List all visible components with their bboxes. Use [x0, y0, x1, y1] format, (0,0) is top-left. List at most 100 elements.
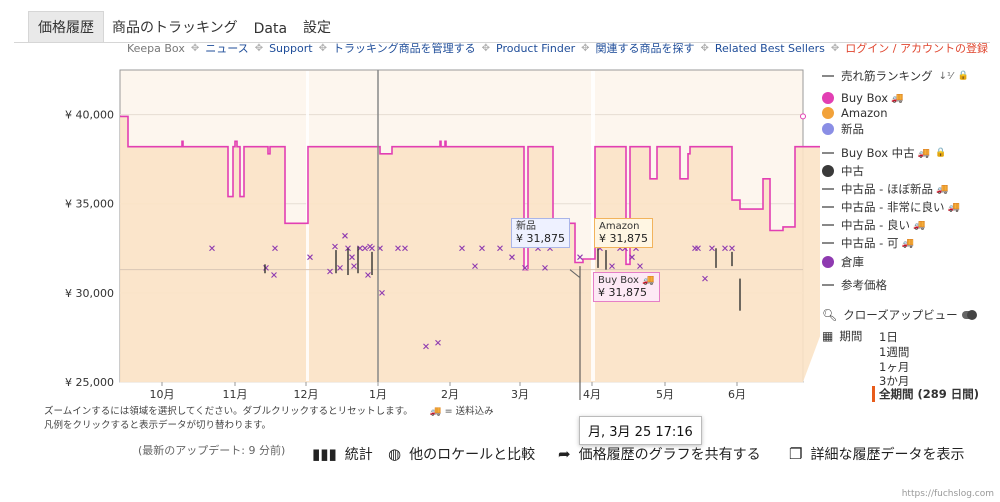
- globe-icon: ◍: [388, 445, 402, 463]
- dash-icon: [822, 188, 834, 190]
- toggle-icon[interactable]: [961, 310, 977, 320]
- separator-icon: ✥: [830, 42, 840, 54]
- nav-manage-tracking[interactable]: トラッキング商品を管理する: [333, 40, 476, 56]
- dash-icon: [822, 206, 834, 208]
- legend-label: Buy Box: [841, 91, 889, 105]
- period-label: 期間: [839, 329, 863, 343]
- legend-label: 中古品 - 非常に良い: [841, 200, 945, 214]
- compare-label: 他のロケールと比較: [409, 447, 536, 463]
- legend-label: 参考価格: [841, 278, 887, 292]
- share-label: 価格履歴のグラフを共有する: [578, 447, 761, 463]
- legend-label: 中古品 - 可: [841, 236, 899, 250]
- nav-related-best-sellers[interactable]: Related Best Sellers: [715, 42, 825, 55]
- tab-product-tracking[interactable]: 商品のトラッキング: [104, 13, 246, 42]
- stats-button[interactable]: ▮▮▮ 統計: [312, 444, 373, 464]
- legend-item-warehouse[interactable]: 倉庫: [822, 254, 864, 270]
- nav-keepa-box[interactable]: Keepa Box: [127, 42, 185, 55]
- x-tick-label: 11月: [223, 388, 248, 400]
- truck-icon: 🚚: [935, 183, 949, 195]
- legend-item-like-new[interactable]: 中古品 - ほぼ新品 🚚: [822, 181, 948, 197]
- separator-icon: ✥: [700, 42, 709, 54]
- period-all[interactable]: 全期間 (289 日間): [872, 386, 979, 402]
- y-tick-label: ¥ 30,000: [65, 287, 114, 300]
- y-tick-label: ¥ 35,000: [65, 198, 114, 211]
- dash-icon: [822, 284, 834, 286]
- tooltip-amazon: Amazon ¥ 31,875: [594, 218, 653, 248]
- plot-area[interactable]: [119, 69, 820, 400]
- legend-sales-rank[interactable]: 売れ筋ランキング ↓⅟ 🔒: [822, 68, 969, 84]
- share-arrow-icon: ➦: [558, 445, 571, 463]
- close-up-toggle[interactable]: 🔍︎ クローズアップビュー: [822, 307, 977, 323]
- legend-item-buybox[interactable]: Buy Box 🚚: [822, 90, 903, 106]
- legend-label: 中古品 - ほぼ新品: [841, 182, 933, 196]
- tooltip-buybox: Buy Box 🚚 ¥ 31,875: [593, 272, 660, 302]
- watermark-credit: https://fuchslog.com: [901, 489, 994, 499]
- period-1-day[interactable]: 1日: [879, 329, 898, 345]
- nav-related-products[interactable]: 関連する商品を探す: [596, 40, 695, 56]
- dash-icon: [822, 75, 834, 77]
- x-axis: 10月 11月 12月 1月 2月 3月 4月 5月 6月: [150, 382, 746, 400]
- y-axis: ¥ 40,000 ¥ 35,000 ¥ 30,000 ¥ 25,000: [65, 109, 114, 389]
- legend-item-used[interactable]: 中古: [822, 163, 864, 179]
- nav-support[interactable]: Support: [269, 42, 312, 55]
- truck-icon: 🚚: [947, 201, 960, 213]
- legend-label: 売れ筋ランキング: [841, 69, 933, 83]
- truck-icon: 🚚: [901, 237, 914, 249]
- legend-label: 中古: [841, 164, 864, 178]
- legend-item-list-price[interactable]: 参考価格: [822, 277, 887, 293]
- zoom-hint-text: ズームインするには領域を選択してください。ダブルクリックするとリセットします。: [44, 406, 413, 417]
- x-tick-label: 2月: [441, 388, 459, 400]
- tab-price-history[interactable]: 価格履歴: [28, 11, 104, 42]
- x-tick-label: 4月: [583, 388, 601, 400]
- nav-product-finder[interactable]: Product Finder: [496, 42, 575, 55]
- detailed-history-button[interactable]: ❐ 詳細な履歴データを表示: [789, 444, 964, 464]
- current-price-point[interactable]: [800, 113, 806, 120]
- legend-label: 倉庫: [841, 255, 864, 269]
- legend-item-acceptable[interactable]: 中古品 - 可 🚚: [822, 235, 914, 251]
- tab-bar: 価格履歴 商品のトラッキング Data 設定: [28, 11, 339, 42]
- legend-item-new[interactable]: 新品: [822, 121, 864, 137]
- truck-icon: 🚚: [912, 219, 926, 231]
- x-tick-label: 6月: [728, 388, 746, 400]
- legend-item-very-good[interactable]: 中古品 - 非常に良い 🚚: [822, 199, 960, 215]
- tab-data[interactable]: Data: [246, 17, 295, 42]
- separator-icon: ✥: [318, 42, 327, 54]
- legend-label: Amazon: [841, 106, 888, 120]
- legend-item-amazon[interactable]: Amazon: [822, 105, 887, 121]
- dash-icon: [822, 224, 834, 226]
- tooltip-buybox-value: ¥ 31,875: [598, 286, 647, 299]
- copy-icon: ❐: [789, 445, 803, 463]
- bar-chart-icon: ▮▮▮: [312, 445, 337, 463]
- truck-icon: 🚚: [891, 92, 904, 104]
- share-graph-button[interactable]: ➦ 価格履歴のグラフを共有する: [558, 444, 761, 464]
- separator-icon: ✥: [254, 42, 264, 54]
- data-gap: [306, 71, 309, 381]
- compare-locales-button[interactable]: ◍ 他のロケールと比較: [388, 444, 535, 464]
- dot-icon: [822, 256, 834, 268]
- period-header: ▦ 期間: [822, 328, 862, 344]
- tooltip-date: 月, 3月 25 17:16: [579, 416, 702, 445]
- x-tick-label: 3月: [511, 388, 529, 400]
- close-up-label: クローズアップビュー: [843, 308, 958, 322]
- legend-item-good[interactable]: 中古品 - 良い 🚚: [822, 217, 925, 233]
- period-1-week[interactable]: 1週間: [879, 344, 909, 360]
- dash-icon: [822, 242, 834, 244]
- stats-label: 統計: [344, 447, 373, 463]
- legend-label: Buy Box 中古: [841, 146, 915, 160]
- calendar-icon: ▦: [822, 329, 834, 343]
- y-tick-label: ¥ 25,000: [65, 376, 114, 389]
- nav-news[interactable]: ニュース: [205, 40, 248, 56]
- price-history-chart[interactable]: ¥ 40,000¥ 35,000¥ 30,000¥ 25,000 10月 11月 1…: [0, 60, 820, 400]
- nav-login-register[interactable]: ログイン / アカウントの登録: [845, 40, 988, 56]
- x-tick-label: 10月: [150, 388, 175, 400]
- legend-item-buybox-used[interactable]: Buy Box 中古 🚚 🔒: [822, 145, 946, 161]
- search-icon: 🔍︎: [822, 308, 838, 322]
- dash-icon: [822, 152, 834, 154]
- separator-icon: ✥: [581, 42, 590, 54]
- separator-icon: ✥: [190, 42, 200, 54]
- buybox-area: [120, 116, 820, 382]
- tab-settings[interactable]: 設定: [295, 13, 339, 42]
- x-tick-label: 12月: [294, 388, 319, 400]
- zoom-hint: ズームインするには領域を選択してください。ダブルクリックするとリセットします。 …: [44, 403, 494, 417]
- last-update: (最新のアップデート: 9 分前): [138, 444, 286, 457]
